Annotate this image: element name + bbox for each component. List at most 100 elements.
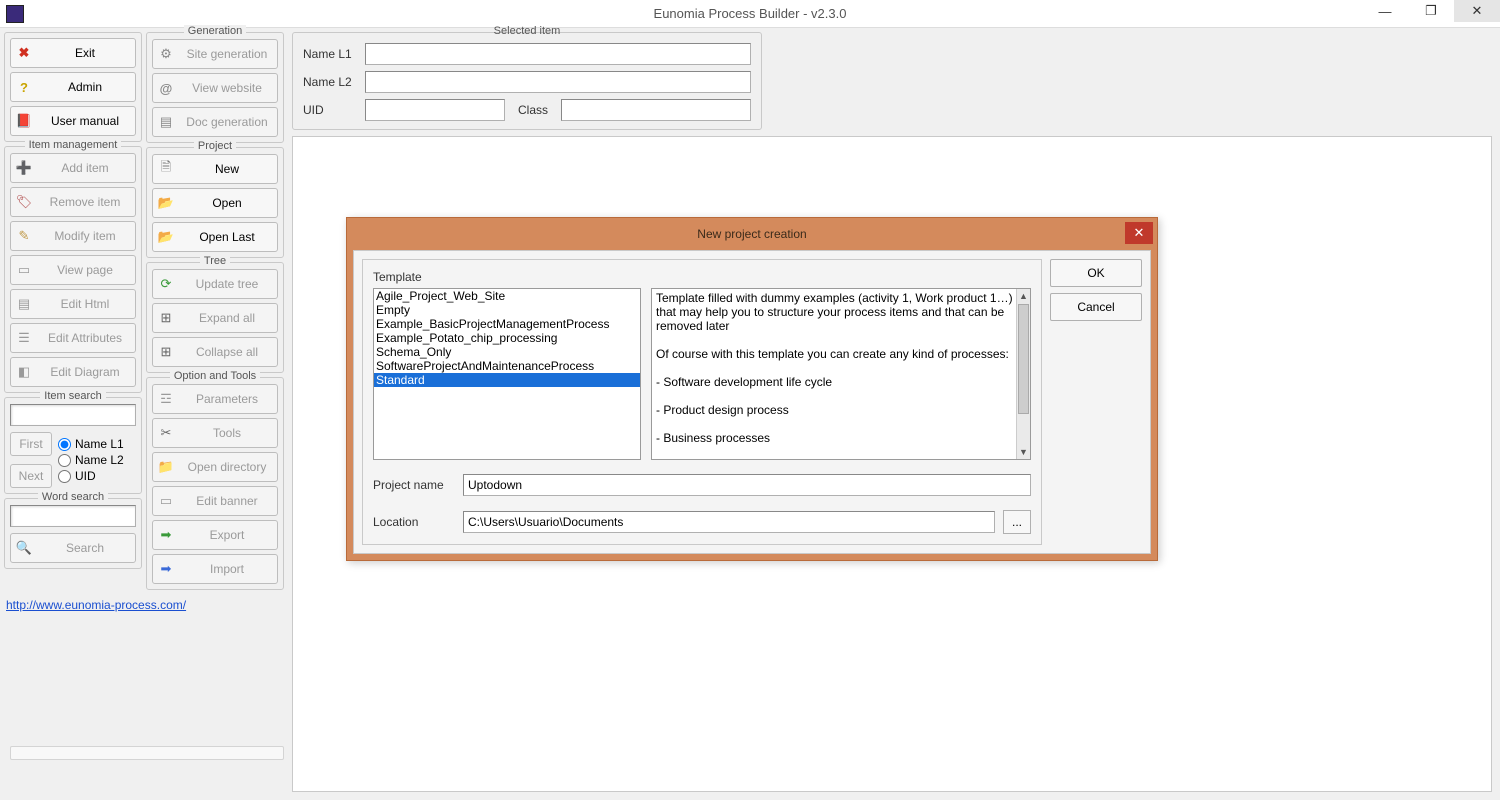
name-l2-input[interactable] [365, 71, 751, 93]
ok-button[interactable]: OK [1050, 259, 1142, 287]
folder-open-icon: 📂 [157, 194, 175, 212]
main-actions-group: ✖ Exit ? Admin 📕 User manual [4, 32, 142, 142]
selected-item-group: Selected item Name L1 Name L2 UID Class [292, 32, 762, 130]
modify-item-button[interactable]: ✎Modify item [10, 221, 136, 251]
radio-name-l1[interactable]: Name L1 [58, 437, 124, 451]
titlebar: Eunomia Process Builder - v2.3.0 — ❐ ✕ [0, 0, 1500, 28]
tools-button[interactable]: ✂Tools [152, 418, 278, 448]
scroll-up-icon[interactable]: ▲ [1017, 289, 1030, 303]
item-management-group: Item management ➕Add item 🏷Remove item ✎… [4, 146, 142, 393]
export-icon: ➡ [157, 526, 175, 544]
name-l1-input[interactable] [365, 43, 751, 65]
template-item[interactable]: Agile_Project_Web_Site [374, 289, 640, 303]
maximize-button[interactable]: ❐ [1408, 0, 1454, 22]
question-icon: ? [15, 78, 33, 96]
new-project-button[interactable]: 🗎New [152, 154, 278, 184]
template-item[interactable]: Standard [374, 373, 640, 387]
attributes-icon: ☰ [15, 329, 33, 347]
import-button[interactable]: ➡Import [152, 554, 278, 584]
collapse-all-button[interactable]: ⊞Collapse all [152, 337, 278, 367]
class-input[interactable] [561, 99, 751, 121]
update-tree-button[interactable]: ⟳Update tree [152, 269, 278, 299]
cancel-button[interactable]: Cancel [1050, 293, 1142, 321]
scrollbar[interactable]: ▲ ▼ [1016, 289, 1030, 459]
project-name-label: Project name [373, 478, 455, 492]
template-item[interactable]: SoftwareProjectAndMaintenanceProcess [374, 359, 640, 373]
label-name-l2: Name L2 [303, 75, 357, 89]
window-title: Eunomia Process Builder - v2.3.0 [0, 6, 1500, 21]
expand-icon: ⊞ [157, 309, 175, 327]
search-button[interactable]: 🔍Search [10, 533, 136, 563]
window-controls: — ❐ ✕ [1362, 0, 1500, 22]
folder-icon: 📁 [157, 458, 175, 476]
remove-item-button[interactable]: 🏷Remove item [10, 187, 136, 217]
template-description: Template filled with dummy examples (act… [651, 288, 1031, 460]
item-search-input[interactable] [10, 404, 136, 426]
x-icon: ✖ [15, 44, 33, 62]
search-icon: 🔍 [15, 539, 33, 557]
expand-all-button[interactable]: ⊞Expand all [152, 303, 278, 333]
close-button[interactable]: ✕ [1454, 0, 1500, 22]
template-list[interactable]: Agile_Project_Web_SiteEmptyExample_Basic… [373, 288, 641, 460]
edit-html-button[interactable]: ▤Edit Html [10, 289, 136, 319]
sliders-icon: ☲ [157, 390, 175, 408]
project-group: Project 🗎New 📂Open 📂Open Last [146, 147, 284, 258]
location-input[interactable] [463, 511, 995, 533]
location-label: Location [373, 515, 455, 529]
dialog-title: New project creation [697, 227, 806, 241]
open-directory-button[interactable]: 📁Open directory [152, 452, 278, 482]
generation-group: Generation ⚙Site generation @View websit… [146, 32, 284, 143]
pencil-icon: ✎ [15, 227, 33, 245]
view-page-button[interactable]: ▭View page [10, 255, 136, 285]
edit-attributes-button[interactable]: ☰Edit Attributes [10, 323, 136, 353]
template-label: Template [373, 270, 1031, 284]
tree-group: Tree ⟳Update tree ⊞Expand all ⊞Collapse … [146, 262, 284, 373]
template-item[interactable]: Example_Potato_chip_processing [374, 331, 640, 345]
html-icon: ▤ [15, 295, 33, 313]
dialog-titlebar[interactable]: New project creation ✕ [347, 218, 1157, 250]
first-button[interactable]: First [10, 432, 52, 456]
homepage-link[interactable]: http://www.eunomia-process.com/ [6, 598, 186, 612]
label-class: Class [513, 103, 553, 117]
scroll-thumb[interactable] [1018, 304, 1029, 414]
edit-banner-button[interactable]: ▭Edit banner [152, 486, 278, 516]
template-item[interactable]: Example_BasicProjectManagementProcess [374, 317, 640, 331]
export-button[interactable]: ➡Export [152, 520, 278, 550]
parameters-button[interactable]: ☲Parameters [152, 384, 278, 414]
template-item[interactable]: Empty [374, 303, 640, 317]
template-item[interactable]: Schema_Only [374, 345, 640, 359]
dialog-close-button[interactable]: ✕ [1125, 222, 1153, 244]
group-title: Generation [184, 25, 246, 37]
uid-input[interactable] [365, 99, 505, 121]
word-search-input[interactable] [10, 505, 136, 527]
diagram-icon: ◧ [15, 363, 33, 381]
user-manual-button[interactable]: 📕 User manual [10, 106, 136, 136]
next-button[interactable]: Next [10, 464, 52, 488]
book-icon: 📕 [15, 112, 33, 130]
collapse-icon: ⊞ [157, 343, 175, 361]
project-name-input[interactable] [463, 474, 1031, 496]
open-last-button[interactable]: 📂Open Last [152, 222, 278, 252]
edit-diagram-button[interactable]: ◧Edit Diagram [10, 357, 136, 387]
admin-button[interactable]: ? Admin [10, 72, 136, 102]
radio-uid[interactable]: UID [58, 469, 124, 483]
browse-button[interactable]: ... [1003, 510, 1031, 534]
tools-icon: ✂ [157, 424, 175, 442]
options-group: Option and Tools ☲Parameters ✂Tools 📁Ope… [146, 377, 284, 590]
site-generation-button[interactable]: ⚙Site generation [152, 39, 278, 69]
exit-button[interactable]: ✖ Exit [10, 38, 136, 68]
add-item-button[interactable]: ➕Add item [10, 153, 136, 183]
label-uid: UID [303, 103, 357, 117]
new-project-dialog: New project creation ✕ Template Agile_Pr… [346, 217, 1158, 561]
page-icon: ▭ [15, 261, 33, 279]
view-website-button[interactable]: @View website [152, 73, 278, 103]
new-icon: 🗎 [157, 160, 175, 178]
minimize-button[interactable]: — [1362, 0, 1408, 22]
scroll-down-icon[interactable]: ▼ [1017, 445, 1030, 459]
radio-name-l2[interactable]: Name L2 [58, 453, 124, 467]
open-project-button[interactable]: 📂Open [152, 188, 278, 218]
label-name-l1: Name L1 [303, 47, 357, 61]
app-icon [6, 5, 24, 23]
doc-generation-button[interactable]: ▤Doc generation [152, 107, 278, 137]
refresh-icon: ⟳ [157, 275, 175, 293]
